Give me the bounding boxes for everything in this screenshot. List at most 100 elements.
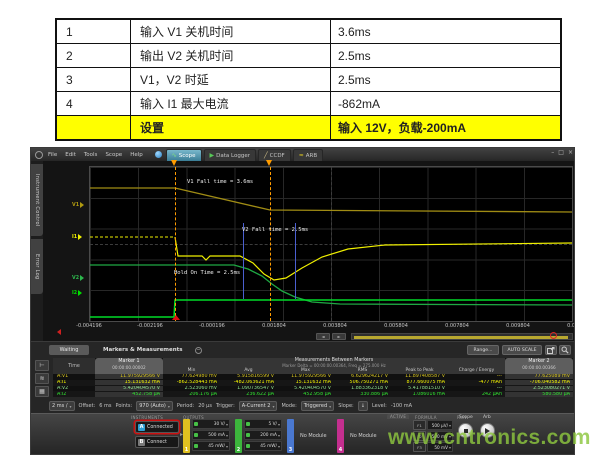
trigger-source-select[interactable]: A-Current 2▾	[239, 401, 278, 411]
summary-cell-desc: 输入 I1 最大电流	[131, 92, 331, 115]
marker1-cursor[interactable]	[175, 167, 176, 321]
tab-arb[interactable]: ≈ARB	[293, 149, 323, 161]
menu-item-edit[interactable]: Edit	[65, 152, 76, 158]
stat-column-header: Min	[163, 368, 220, 373]
marker1-handle[interactable]	[171, 160, 177, 166]
minimize-icon[interactable]: –	[551, 149, 554, 156]
measurement-cell-charge: ---	[448, 374, 505, 379]
measurement-row: A:I115.131632 mA-862.528443 mA-482.06362…	[53, 380, 573, 386]
measurement-tool-icon[interactable]: ≋	[35, 373, 49, 384]
export-icon[interactable]	[545, 345, 557, 355]
stat-column-header: RMS	[334, 368, 391, 373]
measurement-cell-min: 2.523060 mV	[163, 386, 220, 391]
no-module-label: No Module	[300, 433, 327, 439]
trigger-marker[interactable]	[172, 315, 180, 320]
scrollbar-thumb[interactable]	[354, 336, 568, 339]
v2-fall-end-marker	[295, 223, 296, 299]
channel-setting-row[interactable]: 30 V/▾	[192, 419, 230, 429]
channel-setting-row[interactable]: 45 mW/▾	[244, 441, 282, 451]
marker2-time: 00:00:00.00366	[505, 365, 573, 370]
menu-item-file[interactable]: File	[48, 152, 57, 158]
setting-value: 45 mW/	[199, 444, 225, 449]
zoom-icon[interactable]	[559, 345, 571, 355]
range-button[interactable]: Range...	[467, 345, 499, 355]
waveform-plot[interactable]: V1 Fall time = 3.6msV2 Fall time = 2.5ms…	[89, 166, 573, 322]
measurement-cell-avg: 5.915816599 V	[220, 374, 277, 379]
tab-label: ARB	[306, 153, 317, 159]
close-icon[interactable]: ×	[568, 149, 573, 156]
tab-data-logger[interactable]: ▶Data Logger	[204, 149, 256, 161]
marker2-handle[interactable]	[266, 160, 272, 166]
horizontal-scrollbar[interactable]	[351, 333, 573, 340]
channel-marker-i2[interactable]: I2	[72, 290, 82, 296]
offset-label: Offset:	[79, 403, 96, 409]
measurement-cell-name: A:V2	[53, 386, 95, 391]
channel-color-bar: 4	[337, 419, 344, 453]
falling-edge-icon: ↓	[361, 403, 365, 409]
instrument-status: Connected	[147, 425, 173, 430]
summary-row: 1输入 V1 关机时间3.6ms	[57, 20, 560, 44]
points-select[interactable]: 970 (Auto)▾	[136, 401, 173, 411]
chevron-down-icon: ▾	[70, 404, 72, 409]
autoscale-button[interactable]: AUTO SCALE	[502, 345, 542, 355]
channel-marker-v2[interactable]: V2	[72, 275, 84, 281]
tab-ccdf[interactable]: ╱CCDF	[258, 149, 291, 161]
measurements-table: TimeMarker 100:00:00.00002Measurements B…	[53, 358, 573, 397]
trace-i2	[90, 300, 572, 317]
summary-cell-value: 输入 12V，负载-200mA	[331, 116, 556, 139]
instrument-b-button[interactable]: BConnect	[135, 436, 179, 448]
channel-settings: 5 V/▾200 mA▾45 mW/▾	[244, 419, 282, 453]
tab-instrument-control[interactable]: Instrument Control	[31, 164, 43, 236]
menu-item-help[interactable]: Help	[130, 152, 143, 158]
summary-cell-num	[57, 116, 131, 139]
menu-item-scope[interactable]: Scope	[105, 152, 122, 158]
chevron-down-icon: ▾	[278, 444, 280, 449]
marker1-time: 00:00:00.00002	[95, 365, 163, 370]
measurement-cell-m2: -706.040582 mA	[505, 380, 573, 385]
slope-button[interactable]: ↓	[358, 401, 368, 411]
maximize-icon[interactable]: □	[558, 149, 564, 156]
run-scope-label: Scope	[459, 415, 473, 420]
channel-setting-row[interactable]: 200 mA▾	[244, 430, 282, 440]
measurement-cell-min: 77.624980 mV	[163, 374, 220, 379]
summary-cell-num: 3	[57, 68, 131, 91]
x-axis-label: -0.004196	[64, 323, 114, 329]
scroll-right-button[interactable]: ►	[332, 333, 346, 340]
tab-error-log[interactable]: Error Log	[31, 239, 43, 294]
trigger-mode-select[interactable]: Triggered▾	[301, 401, 334, 411]
gear-icon[interactable]	[35, 151, 43, 159]
measurement-cell-max: 15.131632 mA	[277, 380, 334, 385]
channel-setting-row[interactable]: 500 mA▾	[192, 430, 230, 440]
scroll-left-button[interactable]: ◄	[316, 333, 330, 340]
menu-item-tools[interactable]: Tools	[84, 152, 98, 158]
marker2-cursor[interactable]	[270, 167, 271, 321]
channel-setting-row[interactable]: 5 V/▾	[244, 419, 282, 429]
enable-toggle-icon	[246, 433, 250, 437]
watermark: www.cntronics.com	[388, 426, 591, 450]
channel-marker-v1[interactable]: V1	[72, 202, 84, 208]
channel-setting-row[interactable]: 45 mW/▾	[192, 441, 230, 451]
channel-marker-i1[interactable]: I1	[72, 234, 82, 240]
collapse-icon[interactable]: −	[195, 347, 202, 354]
trace-v2	[90, 265, 572, 305]
instrument-a-button[interactable]: AConnected	[135, 421, 179, 433]
timebase-scale-select[interactable]: 2 ms /▾	[49, 401, 75, 411]
channel-label: I1	[72, 235, 77, 240]
instrument-badge: B	[138, 439, 145, 446]
summary-cell-num: 4	[57, 92, 131, 115]
measurement-cell-name: A:V1	[53, 374, 95, 379]
marker-tool-icon[interactable]: ⊢	[35, 360, 49, 371]
active-tab[interactable]: ACTIVE	[387, 414, 409, 419]
x-axis-label: 0.003804	[310, 323, 360, 329]
waveforms	[90, 167, 572, 321]
measurement-row: A:V25.420404570 V2.523060 mV1.090736547 …	[53, 386, 573, 392]
measurement-cell-pkpk: 1.086016 mA	[391, 392, 448, 397]
channel-label: I2	[72, 291, 77, 296]
channel-arrow-icon	[78, 290, 82, 296]
measurements-title: Markers & Measurements	[103, 347, 183, 353]
measurement-cell-m2: 2.523080271 V	[505, 386, 573, 391]
tab-bar: ∿Scope▶Data Logger╱CCDF≈ARB	[166, 148, 325, 161]
annotation: Hold On Time = 2.5ms	[174, 270, 240, 276]
grid-tool-icon[interactable]: ▦	[35, 386, 49, 397]
summary-row: 设置输入 12V，负载-200mA	[57, 116, 560, 139]
